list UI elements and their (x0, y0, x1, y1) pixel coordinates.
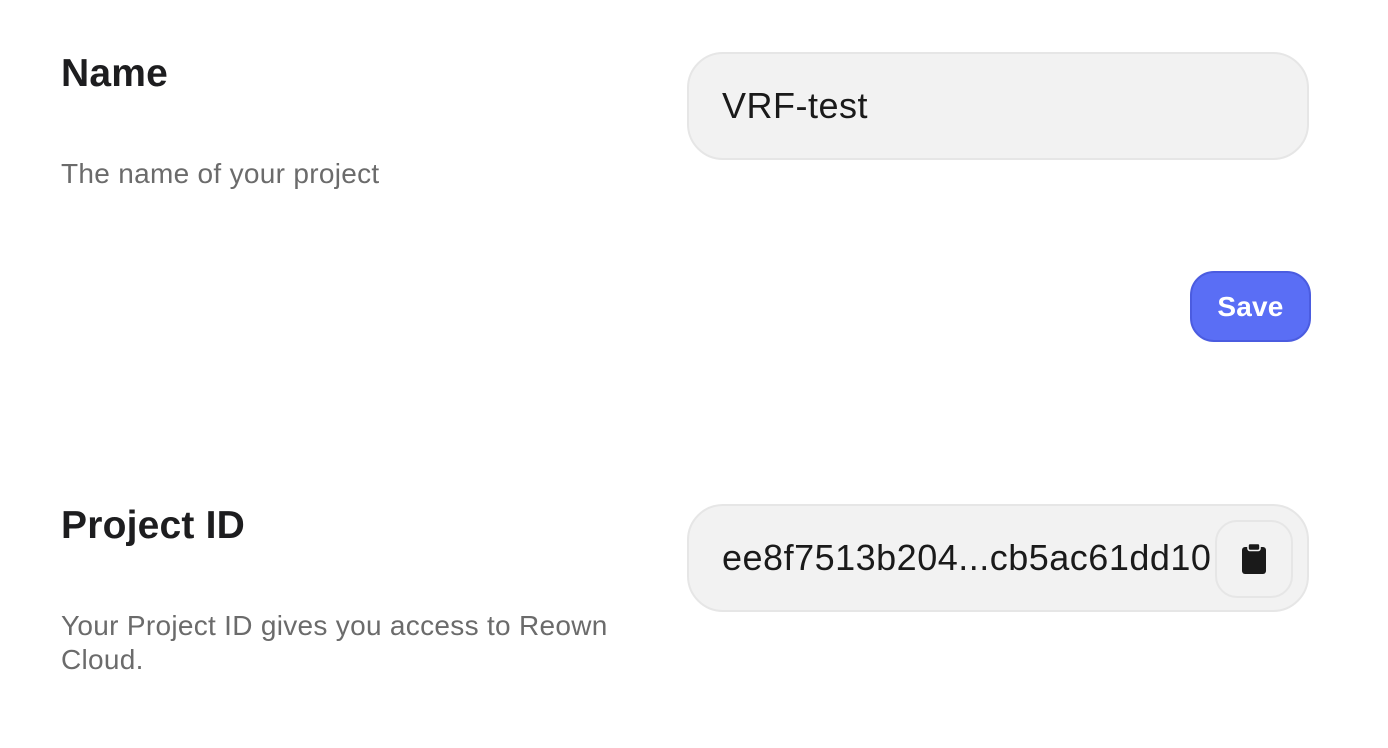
copy-project-id-button[interactable] (1215, 520, 1293, 598)
clipboard-icon (1242, 543, 1266, 574)
save-button[interactable]: Save (1190, 271, 1311, 342)
project-name-value[interactable]: VRF-test (689, 85, 868, 127)
name-description: The name of your project (61, 158, 380, 189)
project-id-field: ee8f7513b204...cb5ac61dd10 (687, 504, 1309, 612)
project-id-heading: Project ID (61, 504, 246, 547)
project-settings-page: Name The name of your project VRF-test S… (0, 0, 1388, 748)
project-id-value: ee8f7513b204...cb5ac61dd10 (722, 537, 1212, 578)
project-name-input[interactable]: VRF-test (687, 52, 1309, 160)
name-heading: Name (61, 52, 169, 95)
project-id-description: Your Project ID gives you access to Reow… (61, 610, 608, 675)
